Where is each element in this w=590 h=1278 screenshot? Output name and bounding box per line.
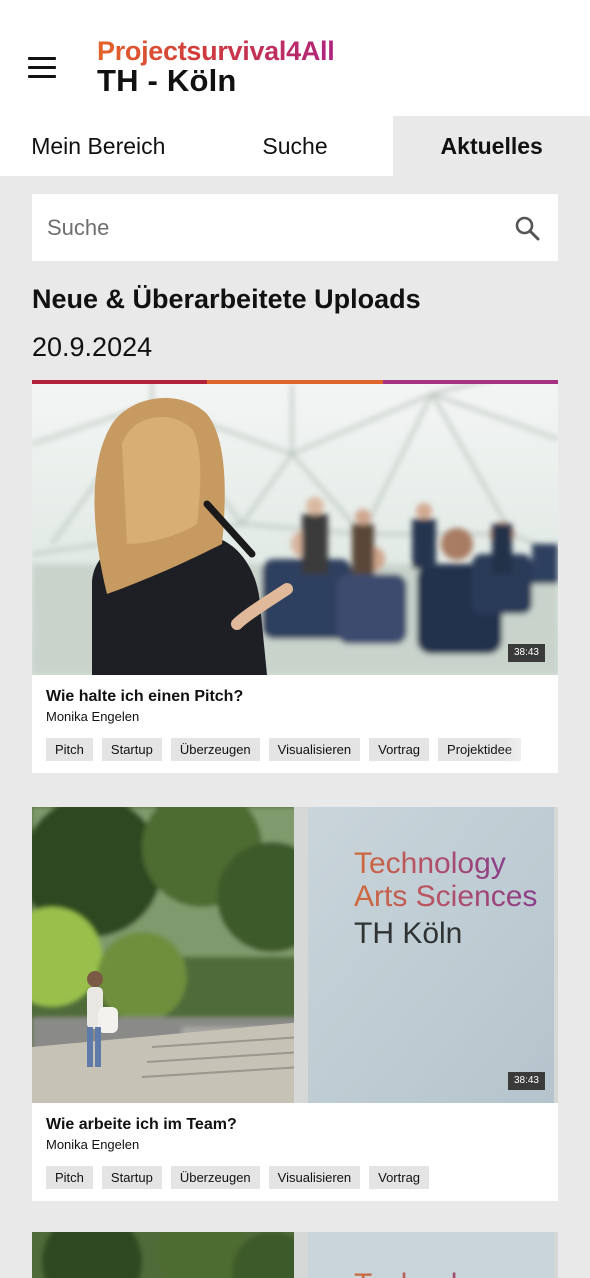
video-thumbnail[interactable]: Technology Arts Sciences TH Köln 38:43 bbox=[32, 807, 558, 1103]
video-title[interactable]: Wie halte ich einen Pitch? bbox=[46, 687, 544, 707]
video-card[interactable]: 38:43 Wie halte ich einen Pitch? Monika … bbox=[32, 384, 558, 773]
tag-chip[interactable]: Vortrag bbox=[369, 1166, 430, 1189]
woman-speaking-to-audience-photo bbox=[32, 384, 558, 675]
tag-chip[interactable]: Startup bbox=[101, 738, 162, 761]
tag-chip[interactable]: Überzeugen bbox=[170, 1166, 260, 1189]
brand-logo: Projectsurvival4All TH - Köln bbox=[97, 36, 335, 98]
video-author: Monika Engelen bbox=[46, 709, 140, 724]
tab-mein-bereich[interactable]: Mein Bereich bbox=[0, 116, 197, 176]
sign-text-technology: Technology bbox=[354, 1268, 506, 1278]
tag-chip[interactable]: Pitch bbox=[46, 738, 93, 761]
campus-sign-photo: Technology bbox=[32, 1232, 558, 1278]
tag-chip[interactable]: Pitch bbox=[46, 1166, 93, 1189]
brand-title: TH - Köln bbox=[97, 63, 237, 98]
tab-suche[interactable]: Suche bbox=[196, 116, 394, 176]
video-card[interactable]: Technology bbox=[32, 1232, 558, 1278]
tag-chip[interactable]: Vortrag bbox=[369, 738, 430, 761]
search-input[interactable] bbox=[32, 194, 502, 261]
sign-text-technology: Technology bbox=[354, 847, 506, 880]
sign-text-th-koeln: TH Köln bbox=[354, 917, 462, 950]
video-author: Monika Engelen bbox=[46, 1137, 140, 1152]
section-date: 20.9.2024 bbox=[32, 332, 153, 362]
search-box bbox=[32, 194, 558, 261]
tag-chip[interactable]: Startup bbox=[101, 1166, 162, 1189]
sign-text-arts-sciences: Arts Sciences bbox=[354, 880, 537, 913]
tag-chip[interactable]: Visualisieren bbox=[268, 1166, 361, 1189]
campus-sign-photo: Technology Arts Sciences TH Köln bbox=[32, 807, 558, 1103]
tag-list: Pitch Startup Überzeugen Visualisieren V… bbox=[46, 1166, 544, 1189]
search-icon[interactable] bbox=[514, 215, 540, 241]
tag-chip[interactable]: Visualisieren bbox=[268, 738, 361, 761]
hamburger-menu-icon[interactable] bbox=[28, 57, 56, 79]
app-header: Projectsurvival4All TH - Köln bbox=[0, 0, 590, 116]
video-title[interactable]: Wie arbeite ich im Team? bbox=[46, 1115, 544, 1135]
section-title: Neue & Überarbeitete Uploads bbox=[32, 284, 421, 314]
video-card[interactable]: Technology Arts Sciences TH Köln 38:43 W… bbox=[32, 807, 558, 1201]
tag-chip[interactable]: Projektidee bbox=[438, 738, 522, 761]
tab-bar: Mein Bereich Suche Aktuelles bbox=[0, 116, 590, 176]
video-thumbnail[interactable]: 38:43 bbox=[32, 384, 558, 675]
tag-list: Pitch Startup Überzeugen Visualisieren V… bbox=[46, 738, 544, 761]
video-duration-badge: 38:43 bbox=[507, 644, 545, 662]
video-duration-badge: 38:43 bbox=[507, 1072, 545, 1090]
brand-subtitle: Projectsurvival4All bbox=[97, 36, 335, 66]
video-thumbnail[interactable]: Technology bbox=[32, 1232, 558, 1278]
tab-aktuelles[interactable]: Aktuelles bbox=[393, 116, 590, 176]
tag-chip[interactable]: Überzeugen bbox=[170, 738, 260, 761]
